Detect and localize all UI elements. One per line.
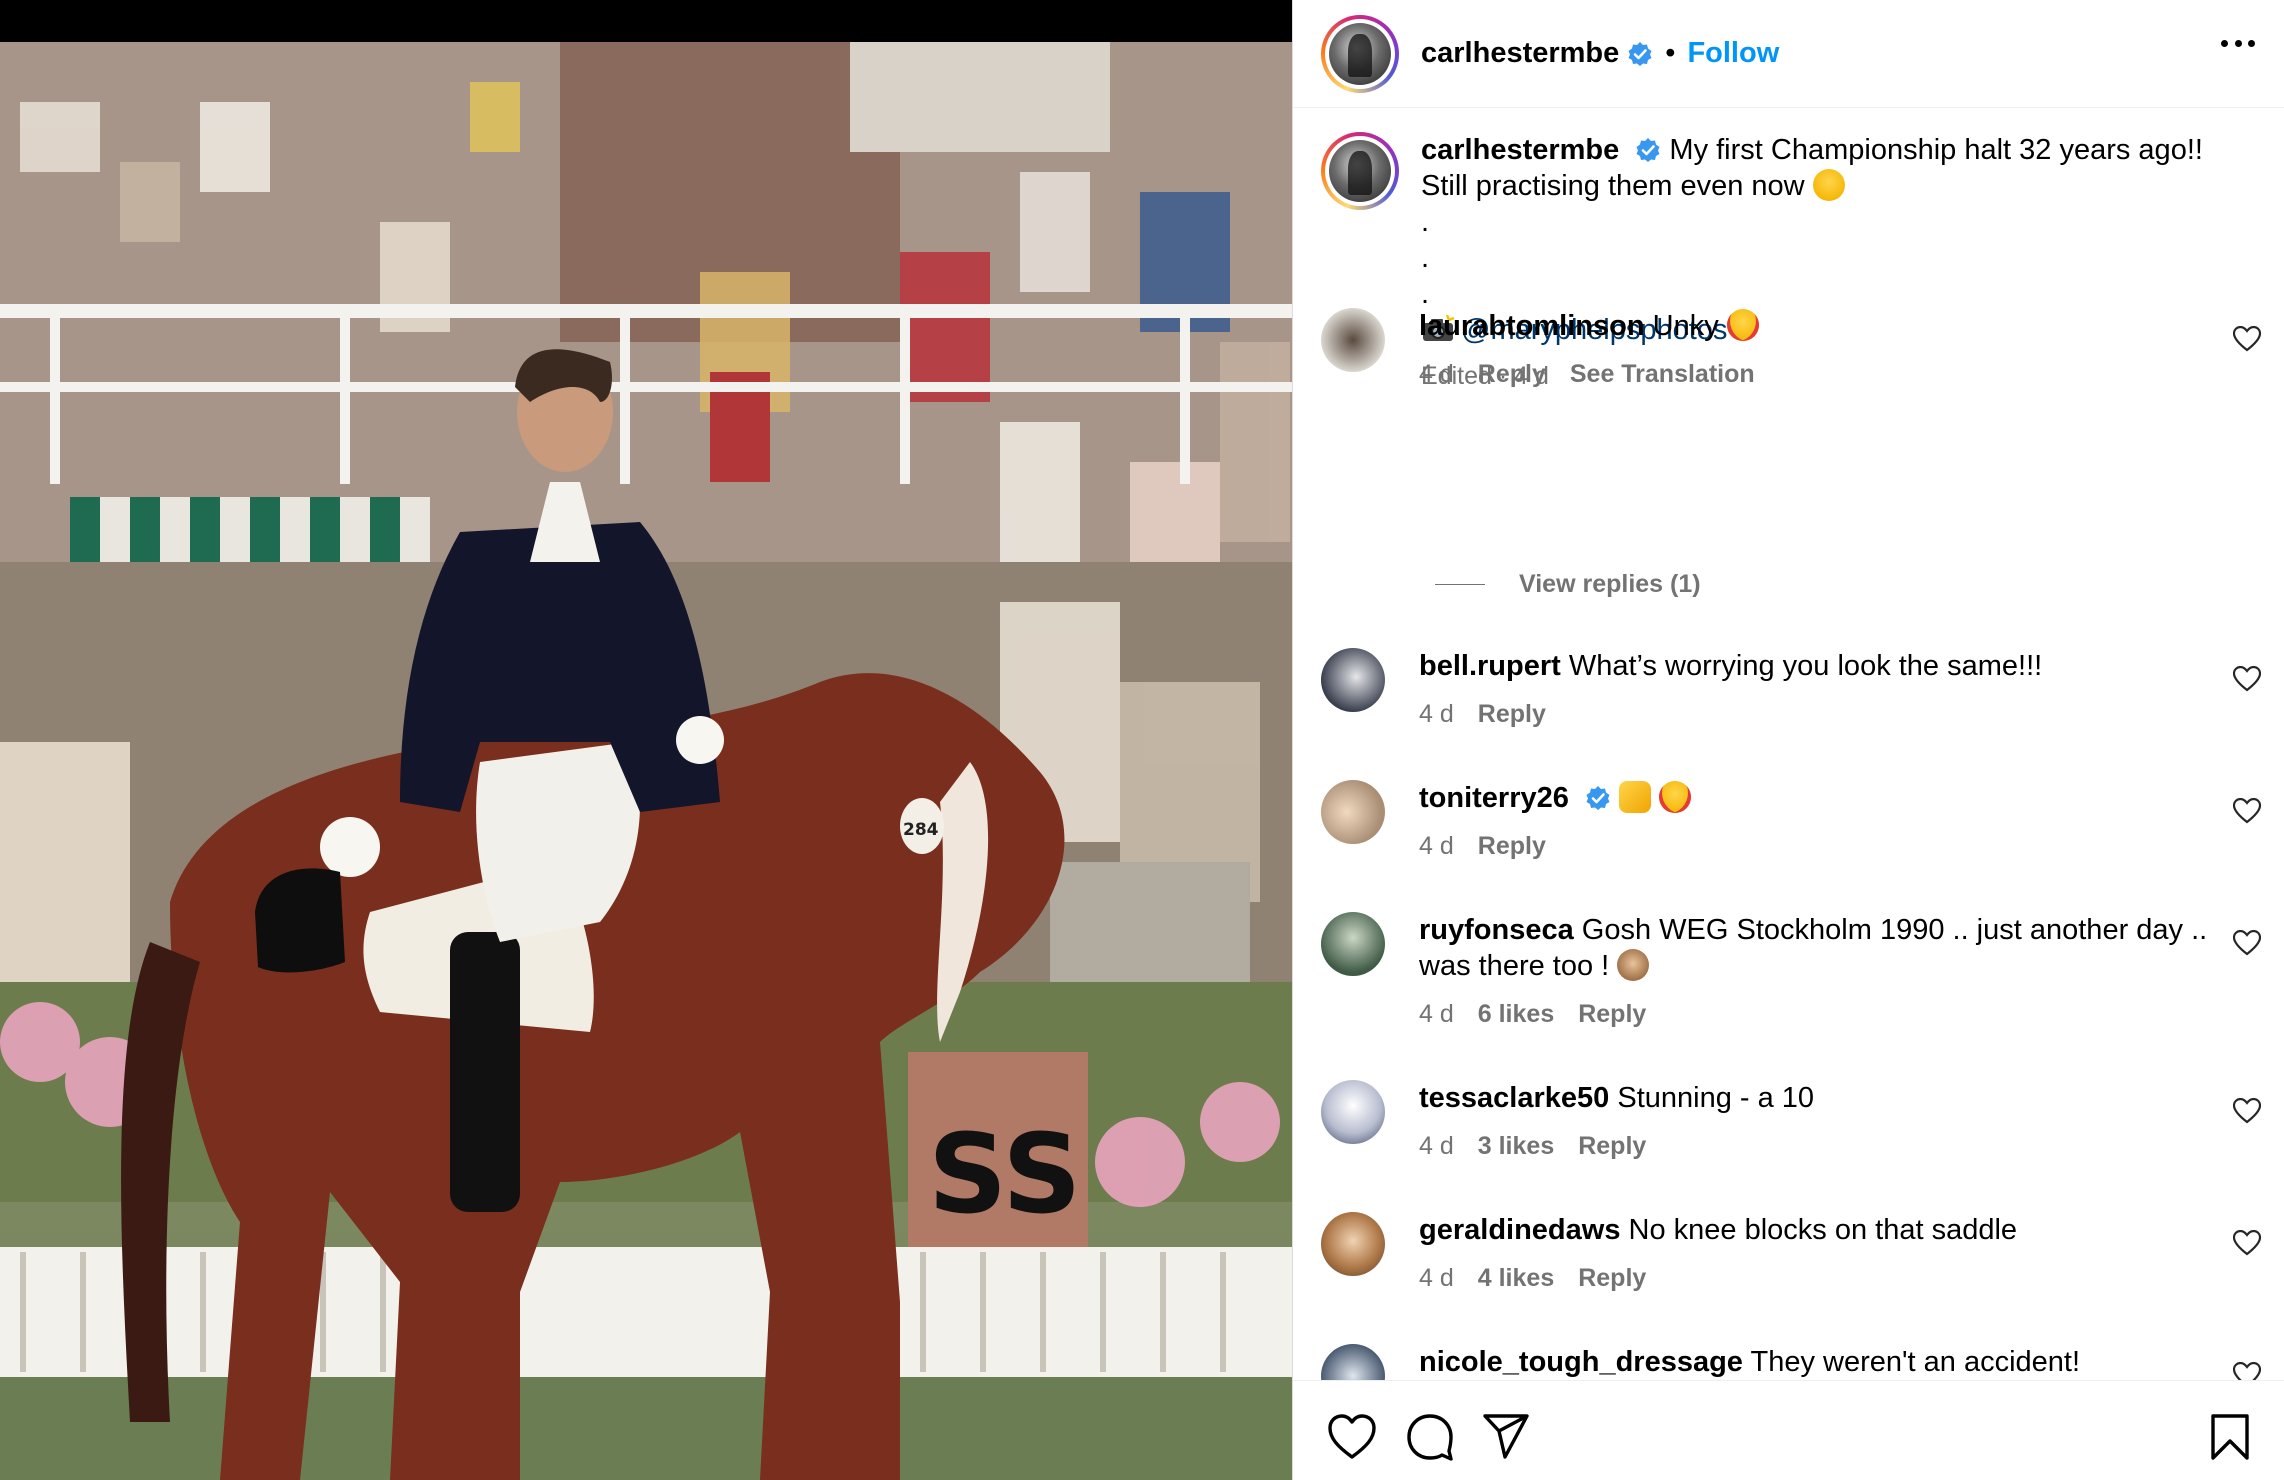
post-panel: carlhestermbe • Follow carlhestermbe My …: [1292, 0, 2284, 1480]
post-photo-area: SS 284: [0, 0, 1292, 1480]
photo-top-band: [0, 0, 1292, 42]
like-comment-heart-icon[interactable]: [2233, 930, 2261, 956]
comment-text: What’s worrying you look the same!!!: [1568, 650, 2043, 682]
like-comment-heart-icon[interactable]: [2233, 1230, 2261, 1256]
author-avatar[interactable]: [1321, 14, 1399, 93]
comment-username[interactable]: nicole_tough_dressage: [1419, 1346, 1743, 1378]
caption-avatar[interactable]: [1321, 132, 1399, 210]
bib-number: 284: [903, 820, 939, 840]
heart-icon[interactable]: [1327, 1413, 1377, 1461]
caption-dot-1: .: [1421, 206, 1430, 238]
header-separator: •: [1665, 37, 1676, 69]
more-options-icon[interactable]: [2221, 40, 2255, 50]
comment-age: 4 d: [1419, 1132, 1454, 1160]
reply-button[interactable]: Reply: [1478, 828, 1546, 864]
commenter-avatar[interactable]: [1321, 648, 1385, 712]
commenter-avatar[interactable]: [1321, 912, 1385, 976]
comment-likes-count[interactable]: 6 likes: [1478, 996, 1554, 1032]
comment-username[interactable]: laurabtomlinson: [1419, 310, 1645, 342]
caption-line-2: Still practising them even now: [1421, 170, 1805, 202]
comment-username[interactable]: toniterry26: [1419, 782, 1569, 814]
heart-eyes-emoji-icon: [1659, 781, 1692, 813]
commenter-verified-badge-icon: [1586, 786, 1610, 810]
comment-text: Gosh WEG Stockholm 1990 .. just another …: [1581, 914, 2208, 946]
comment-age: 4 d: [1419, 360, 1454, 388]
comment-likes-count[interactable]: 3 likes: [1478, 1128, 1554, 1164]
view-replies-button[interactable]: View replies (1): [1435, 570, 1701, 599]
arena-letter-marker: SS: [928, 1110, 1082, 1238]
comment-text: Stunning - a 10: [1617, 1082, 1815, 1114]
comment-username[interactable]: bell.rupert: [1419, 650, 1561, 682]
comment-icon[interactable]: [1405, 1413, 1455, 1461]
comment-text: They weren't an accident!: [1750, 1346, 2081, 1378]
caption-verified-badge-icon: [1636, 138, 1660, 162]
view-replies-divider: [1435, 584, 1485, 585]
comment-username[interactable]: ruyfonseca: [1419, 914, 1574, 946]
reply-button[interactable]: Reply: [1478, 356, 1546, 392]
post-header: carlhestermbe • Follow: [1293, 0, 2284, 108]
comment-text-continued: was there too !: [1419, 950, 1610, 982]
tears-of-joy-emoji-icon: [1812, 169, 1845, 201]
dressage-photo-illustration: SS 284: [0, 42, 1292, 1480]
like-comment-heart-icon[interactable]: [2233, 1098, 2261, 1124]
author-username[interactable]: carlhestermbe: [1421, 37, 1619, 70]
reply-button[interactable]: Reply: [1578, 996, 1646, 1032]
comment-age: 4 d: [1419, 832, 1454, 860]
post-photo[interactable]: SS 284: [0, 42, 1292, 1480]
like-comment-heart-icon[interactable]: [2233, 326, 2261, 352]
reply-button[interactable]: Reply: [1578, 1260, 1646, 1296]
raised-hands-emoji-icon: [1619, 781, 1652, 813]
commenter-avatar[interactable]: [1321, 308, 1385, 372]
caption-dot-3: .: [1421, 278, 1430, 310]
verified-badge-icon: [1628, 41, 1652, 66]
share-icon[interactable]: [1481, 1413, 1531, 1461]
follow-button[interactable]: Follow: [1687, 37, 1779, 70]
comment-text: Unky: [1652, 310, 1719, 342]
comment-username[interactable]: geraldinedaws: [1419, 1214, 1620, 1246]
comment-age: 4 d: [1419, 1264, 1454, 1292]
comments-scroll-area[interactable]: carlhestermbe My first Championship halt…: [1293, 108, 2284, 1380]
heart-eyes-emoji-icon: [1726, 309, 1759, 341]
see-translation-button[interactable]: See Translation: [1570, 356, 1755, 392]
comment-text: No knee blocks on that saddle: [1628, 1214, 2018, 1246]
post-action-bar: [1293, 1380, 2284, 1480]
commenter-avatar[interactable]: [1321, 780, 1385, 844]
comment-age: 4 d: [1419, 700, 1454, 728]
caption-username[interactable]: carlhestermbe: [1421, 134, 1619, 166]
like-comment-heart-icon[interactable]: [2233, 1362, 2261, 1380]
view-replies-label: View replies (1): [1519, 570, 1701, 598]
caption-line-1: My first Championship halt 32 years ago!…: [1669, 134, 2203, 166]
comment-age: 4 d: [1419, 1000, 1454, 1028]
see-no-evil-monkey-emoji-icon: [1617, 949, 1650, 981]
reply-button[interactable]: Reply: [1478, 696, 1546, 732]
comment-likes-count[interactable]: 4 likes: [1478, 1260, 1554, 1296]
caption-dot-2: .: [1421, 242, 1430, 274]
bookmark-icon[interactable]: [2205, 1413, 2255, 1461]
commenter-avatar[interactable]: [1321, 1344, 1385, 1380]
commenter-avatar[interactable]: [1321, 1212, 1385, 1276]
like-comment-heart-icon[interactable]: [2233, 666, 2261, 692]
comment-username[interactable]: tessaclarke50: [1419, 1082, 1609, 1114]
like-comment-heart-icon[interactable]: [2233, 798, 2261, 824]
reply-button[interactable]: Reply: [1578, 1128, 1646, 1164]
commenter-avatar[interactable]: [1321, 1080, 1385, 1144]
